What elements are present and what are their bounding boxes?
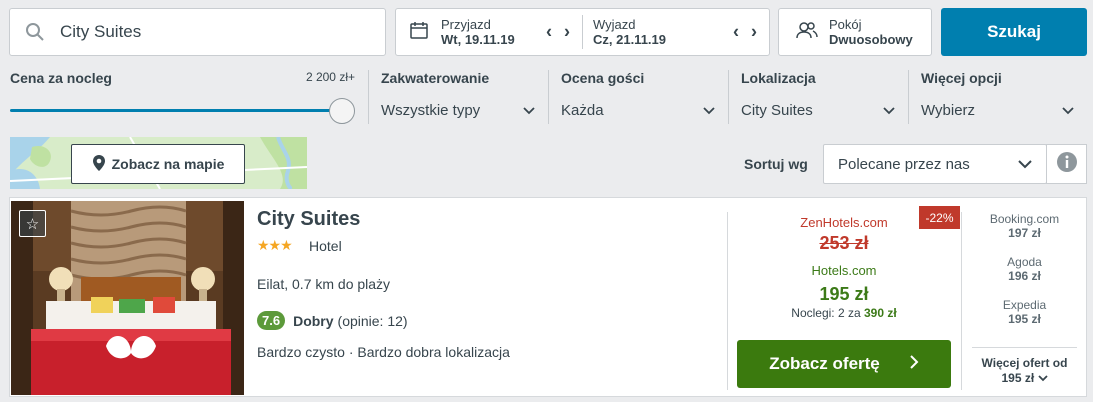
checkout-label: Wyjazd [593,17,636,32]
other-offer[interactable]: Agoda 196 zł [962,255,1087,283]
date-picker[interactable]: Przyjazd Wt, 19.11.19 ‹ › Wyjazd Cz, 21.… [395,8,770,56]
discount-badge: -22% [919,206,960,229]
lodging-filter-value: Wszystkie typy [381,102,481,119]
lodging-filter[interactable]: Zakwaterowanie Wszystkie typy [381,70,535,124]
price-filter-max: 2 200 zł+ [305,70,355,84]
deal-price: 195 zł [819,284,869,304]
hotel-rating[interactable]: 7.6 Dobry (opinie: 12) [257,311,408,330]
rating-count: (opinie: 12) [337,312,408,329]
more-options-title: Więcej opcji [921,70,1002,86]
lodging-filter-title: Zakwaterowanie [381,70,490,86]
room-selector[interactable]: Pokój Dwuosobowy [778,8,932,56]
hotel-name[interactable]: City Suites [257,208,360,231]
filter-divider [368,70,369,124]
rating-filter-value: Każda [561,102,604,119]
price-filter-title: Cena za nocleg [10,70,112,86]
hotel-location[interactable]: Eilat, 0.7 km do plaży [257,276,390,292]
sort-value: Polecane przez nas [838,155,970,173]
chevron-down-icon [1018,156,1032,173]
more-options-filter[interactable]: Więcej opcji Wybierz [921,70,1074,124]
checkin-prev-icon[interactable]: ‹ [546,22,552,43]
info-icon [1056,151,1078,178]
rating-word: Dobry [293,312,334,329]
checkin-next-icon[interactable]: › [564,22,570,43]
other-offer[interactable]: Expedia 195 zł [962,298,1087,326]
rating-filter-title: Ocena gości [561,70,645,86]
favorite-star-icon[interactable]: ☆ [19,210,46,237]
hotel-card: ☆ City Suites ★★★ Hotel Eilat, 0.7 km do… [9,197,1087,397]
more-offers-label: Więcej ofert od [981,356,1068,370]
show-on-map-label: Zobacz na mapie [111,156,225,172]
other-offer-provider: Booking.com [989,212,1060,226]
location-filter-value: City Suites [741,102,813,119]
deal-nights-text: Noclegi: 2 za [791,306,861,320]
chevron-down-icon [523,102,535,119]
checkin-value: Wt, 19.11.19 [441,32,515,47]
chevron-down-icon [1062,102,1074,119]
sort-label: Sortuj wg [744,156,808,172]
checkout-next-icon[interactable]: › [751,22,757,43]
filters-bar: Cena za nocleg 2 200 zł+ Zakwaterowanie … [0,64,1093,130]
location-filter-title: Lokalizacja [741,70,816,86]
filter-divider [728,70,729,124]
sort-select[interactable]: Polecane przez nas [823,144,1047,184]
other-offer-provider: Expedia [1002,298,1047,312]
calendar-icon [409,20,429,45]
checkout-field[interactable]: Wyjazd Cz, 21.11.19 ‹ › [582,15,769,49]
price-slider[interactable] [10,98,355,124]
search-box[interactable] [9,8,386,56]
filter-divider [908,70,909,124]
deal-provider: Hotels.com [811,263,877,278]
room-value: Dwuosobowy [829,32,913,47]
search-bar: Przyjazd Wt, 19.11.19 ‹ › Wyjazd Cz, 21.… [0,0,1093,64]
view-offer-button[interactable]: Zobacz ofertę [737,340,951,388]
deal-nights: Noclegi: 2 za 390 zł [728,306,960,320]
rating-score: 7.6 [257,311,286,330]
checkout-value: Cz, 21.11.19 [593,32,666,47]
other-offer-price: 197 zł [1008,226,1041,240]
chevron-down-icon [1037,371,1048,385]
price-filter: Cena za nocleg 2 200 zł+ [10,70,355,124]
more-offers-button[interactable]: Więcej ofert od 195 zł [972,347,1077,386]
deal-nights-total: 390 zł [864,306,897,320]
checkin-label: Przyjazd [441,17,491,32]
guests-icon [795,20,819,45]
price-slider-track [10,109,341,112]
hotel-stars: ★★★ [257,237,293,253]
checkout-prev-icon[interactable]: ‹ [733,22,739,43]
other-offers: Booking.com 197 zł Agoda 196 zł Expedia … [962,198,1087,396]
search-icon [10,22,60,42]
other-offer-price: 196 zł [1008,269,1041,283]
rating-filter[interactable]: Ocena gości Każda [561,70,715,124]
other-offer-price: 195 zł [1008,312,1041,326]
map-pin-icon [92,154,106,175]
show-on-map-button[interactable]: Zobacz na mapie [71,144,245,184]
info-button[interactable] [1046,144,1087,184]
search-input[interactable] [60,22,360,42]
room-label: Pokój [829,17,862,32]
location-filter[interactable]: Lokalizacja City Suites [741,70,895,124]
chevron-down-icon [883,102,895,119]
chevron-down-icon [703,102,715,119]
view-offer-label: Zobacz ofertę [769,354,880,373]
other-offer-provider: Agoda [1007,255,1042,269]
price-slider-handle[interactable] [329,98,355,124]
hotel-photo[interactable]: ☆ [11,201,244,395]
more-offers-price: 195 zł [1001,371,1035,385]
deal-price-old: 253 zł [819,233,869,253]
search-button[interactable]: Szukaj [941,8,1087,56]
filter-divider [548,70,549,124]
other-offer[interactable]: Booking.com 197 zł [962,212,1087,240]
checkin-field[interactable]: Przyjazd Wt, 19.11.19 ‹ › [396,9,582,55]
hotel-type: Hotel [309,238,342,254]
more-options-value: Wybierz [921,102,976,119]
hotel-info: City Suites ★★★ Hotel Eilat, 0.7 km do p… [257,198,727,396]
hotel-features: Bardzo czysto · Bardzo dobra lokalizacja [257,344,510,360]
chevron-right-icon [910,354,919,374]
